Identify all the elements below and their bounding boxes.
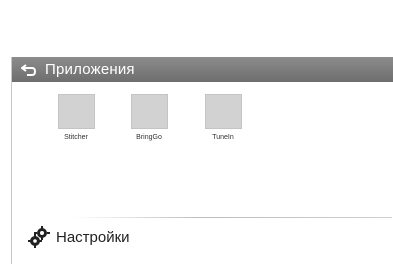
back-button[interactable] <box>19 57 39 82</box>
header-bar: Приложения <box>12 57 393 82</box>
back-arrow-icon <box>21 63 37 76</box>
gear-icon <box>28 226 50 248</box>
app-label: BringGo <box>136 134 162 141</box>
app-icon <box>57 94 95 129</box>
app-icon <box>130 94 168 129</box>
app-stitcher[interactable]: Stitcher <box>48 94 104 141</box>
divider <box>72 217 392 218</box>
app-grid: Stitcher BringGo TuneIn <box>12 82 393 152</box>
app-label: Stitcher <box>64 134 88 141</box>
settings-button[interactable]: Настройки <box>28 222 130 252</box>
settings-label: Настройки <box>56 228 130 246</box>
app-tunein[interactable]: TuneIn <box>195 94 251 141</box>
apps-screen: Приложения Stitcher BringGo TuneIn Настр… <box>11 57 393 264</box>
page-title: Приложения <box>45 61 135 78</box>
app-bringgo[interactable]: BringGo <box>121 94 177 141</box>
app-icon <box>204 94 242 129</box>
app-label: TuneIn <box>212 134 234 141</box>
